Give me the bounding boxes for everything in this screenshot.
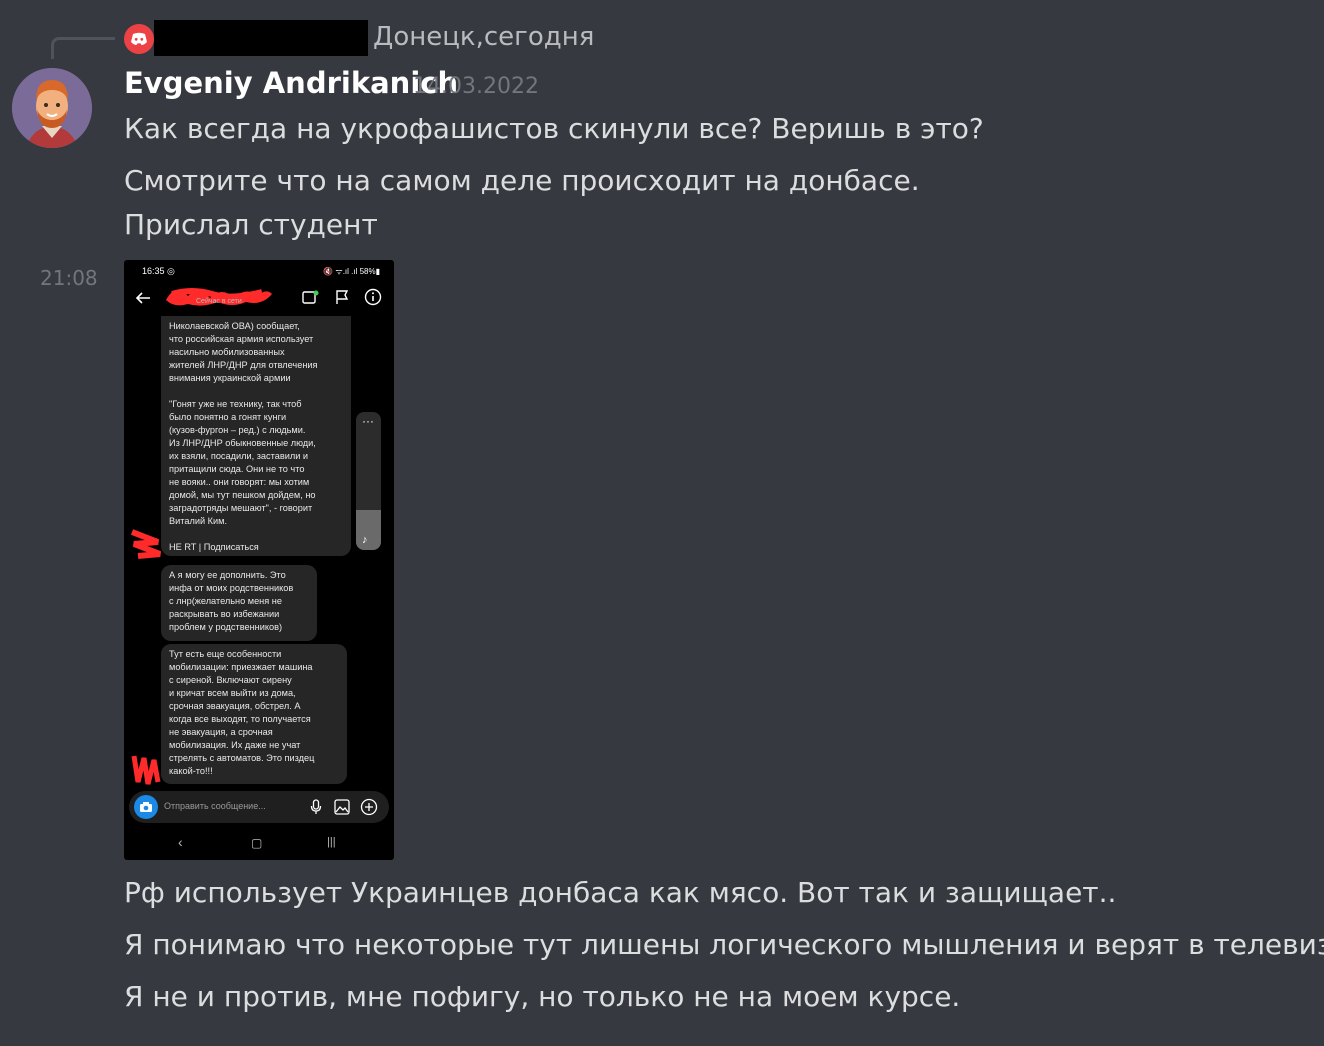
phone-status-icons: 🔇 ᯤ.ıl .ıl 58%▮ bbox=[323, 267, 380, 276]
attached-screenshot[interactable]: 16:35 ◎ 🔇 ᯤ.ıl .ıl 58%▮ Сейчас в сети Ни… bbox=[124, 260, 394, 860]
hover-timestamp: 21:08 bbox=[40, 266, 98, 290]
reply-preview-text[interactable]: Донецк,сегодня bbox=[373, 22, 594, 52]
online-status: Сейчас в сети bbox=[196, 298, 242, 305]
chat-bubble: А я могу ее дополнить. Это инфа от моих … bbox=[161, 565, 317, 641]
author-name[interactable]: Evgeniy Andrikanich bbox=[124, 66, 458, 100]
more-icon: ··· bbox=[362, 414, 374, 428]
music-note-icon: ♪ bbox=[362, 534, 368, 546]
camera-icon bbox=[134, 795, 158, 819]
redacted-username bbox=[154, 20, 368, 56]
reply-connector-line bbox=[51, 37, 115, 59]
redaction-scribble bbox=[130, 529, 162, 559]
message-placeholder: Отправить сообщение... bbox=[164, 801, 266, 811]
message-date: 14.03.2022 bbox=[413, 74, 539, 99]
nav-recent-icon: ||| bbox=[327, 836, 336, 848]
nav-back-icon: ‹ bbox=[178, 834, 183, 850]
media-side-panel: ··· ♪ bbox=[356, 412, 381, 550]
avatar[interactable] bbox=[12, 68, 92, 148]
phone-status-time: 16:35 ◎ bbox=[142, 266, 175, 276]
nav-home-icon: ▢ bbox=[251, 836, 263, 850]
mic-icon bbox=[310, 799, 322, 814]
message-text: Я не и против, мне пофигу, но только не … bbox=[124, 980, 961, 1013]
message-text: Как всегда на укрофашистов скинули все? … bbox=[124, 112, 984, 145]
image-icon bbox=[334, 799, 350, 815]
redaction-scribble bbox=[166, 288, 272, 306]
chat-bubble: Николаевской ОВА) сообщает, что российск… bbox=[161, 316, 351, 556]
message-input-bar: Отправить сообщение... bbox=[129, 791, 389, 823]
message-text: Прислал студент bbox=[124, 208, 378, 241]
message-text: Рф использует Украинцев донбаса как мясо… bbox=[124, 876, 1117, 909]
redaction-scribble bbox=[131, 755, 161, 785]
chat-bubble: Тут есть еще особенности мобилизации: пр… bbox=[161, 644, 347, 784]
plus-circle-icon bbox=[360, 798, 378, 816]
discord-icon[interactable] bbox=[124, 24, 154, 54]
arrow-left-icon bbox=[135, 292, 150, 304]
video-call-icon bbox=[302, 290, 319, 304]
info-icon bbox=[364, 288, 382, 306]
flag-icon bbox=[336, 290, 349, 304]
message-text: Я понимаю что некоторые тут лишены логич… bbox=[124, 928, 1324, 961]
phone-nav-bar: ‹ ▢ ||| bbox=[124, 834, 394, 854]
message-text: Смотрите что на самом деле происходит на… bbox=[124, 164, 920, 197]
